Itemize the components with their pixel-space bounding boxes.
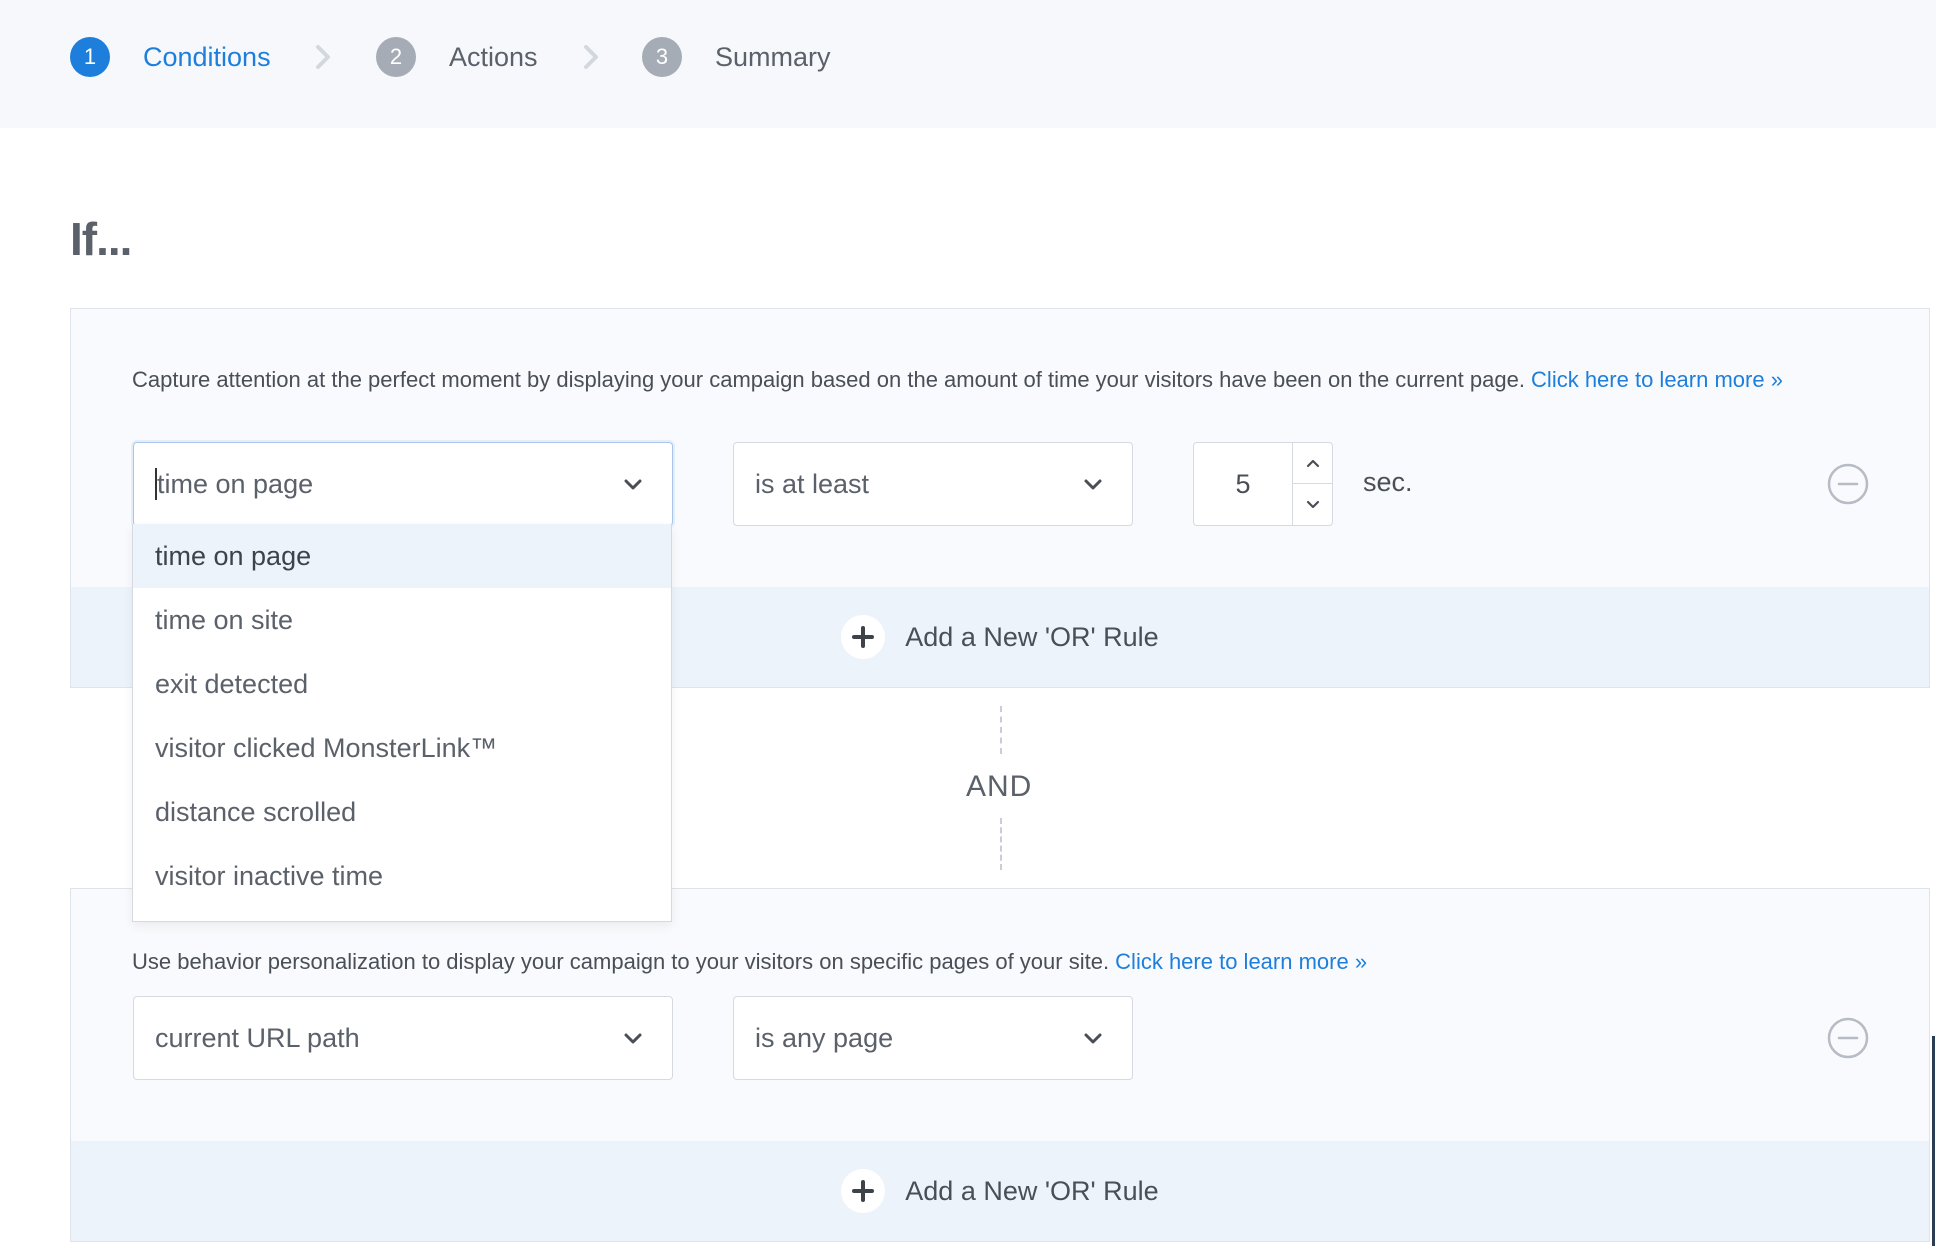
dropdown-option[interactable]: exit detected [133, 652, 671, 716]
minus-circle-icon[interactable] [1827, 1017, 1869, 1059]
operator-select[interactable]: is any page [733, 996, 1133, 1080]
connector-line-top [1000, 706, 1002, 754]
decrement-button[interactable] [1293, 484, 1332, 525]
step-number-3: 3 [642, 37, 682, 77]
rule-description-text: Capture attention at the perfect moment … [132, 367, 1532, 392]
step-number-2: 2 [376, 37, 416, 77]
and-connector-label: AND [966, 770, 1033, 803]
plus-icon [841, 1169, 886, 1213]
scrollbar-edge [1932, 1036, 1935, 1246]
chevron-down-icon [1084, 1033, 1102, 1044]
learn-more-link[interactable]: Click here to learn more » [1115, 949, 1367, 974]
condition-select[interactable]: current URL path [133, 996, 673, 1080]
plus-icon [841, 615, 886, 659]
step-label-summary: Summary [715, 41, 831, 72]
step-number-1: 1 [70, 37, 110, 77]
dropdown-option[interactable]: time on page [133, 524, 671, 588]
unit-label: sec. [1363, 467, 1413, 497]
dropdown-option[interactable]: visitor inactive time [133, 844, 671, 908]
dropdown-option[interactable]: time on site [133, 588, 671, 652]
minus-circle-icon[interactable] [1827, 463, 1869, 505]
condition-select[interactable]: time on page [133, 442, 673, 526]
add-or-rule-button[interactable]: Add a New 'OR' Rule [841, 1169, 1159, 1213]
step-conditions[interactable]: 1 Conditions [70, 37, 271, 77]
learn-more-link[interactable]: Click here to learn more » [1531, 367, 1783, 392]
chevron-down-icon [624, 479, 642, 490]
condition-select-value: current URL path [155, 1022, 360, 1053]
chevron-right-icon [306, 40, 340, 74]
step-label-conditions: Conditions [143, 41, 271, 72]
rule-description: Capture attention at the perfect moment … [132, 367, 1912, 393]
wizard-stepper: 1 Conditions 2 Actions 3 Summary [0, 0, 1936, 128]
rule-description-text: Use behavior personalization to display … [132, 949, 1116, 974]
increment-button[interactable] [1293, 443, 1332, 484]
step-label-actions: Actions [449, 41, 538, 72]
add-or-rule-label: Add a New 'OR' Rule [905, 1175, 1159, 1206]
spin-controls [1292, 443, 1332, 525]
dropdown-option[interactable]: distance scrolled [133, 780, 671, 844]
condition-dropdown-menu: time on page time on site exit detected … [132, 524, 672, 922]
operator-select-value: is any page [755, 1022, 894, 1053]
chevron-down-icon [1084, 479, 1102, 490]
dropdown-option[interactable]: visitor clicked MonsterLink™ [133, 716, 671, 780]
chevron-up-icon [1306, 459, 1319, 468]
operator-select-value: is at least [755, 468, 870, 499]
chevron-down-icon [1306, 500, 1319, 508]
add-or-rule-label: Add a New 'OR' Rule [905, 621, 1159, 652]
step-summary[interactable]: 3 Summary [642, 37, 831, 77]
rule-description: Use behavior personalization to display … [132, 949, 1912, 975]
condition-select-value: time on page [157, 468, 314, 499]
chevron-right-icon [574, 40, 608, 74]
seconds-value[interactable]: 5 [1194, 443, 1292, 525]
step-actions[interactable]: 2 Actions [376, 37, 538, 77]
connector-line-bottom [1000, 818, 1002, 870]
operator-select[interactable]: is at least [733, 442, 1133, 526]
or-rule-bar: Add a New 'OR' Rule [71, 1141, 1929, 1241]
seconds-stepper[interactable]: 5 [1193, 442, 1333, 526]
add-or-rule-button[interactable]: Add a New 'OR' Rule [841, 615, 1159, 659]
chevron-down-icon [624, 1033, 642, 1044]
conditions-heading: If... [70, 213, 132, 265]
rule-panel-url-path: Use behavior personalization to display … [70, 888, 1930, 1242]
